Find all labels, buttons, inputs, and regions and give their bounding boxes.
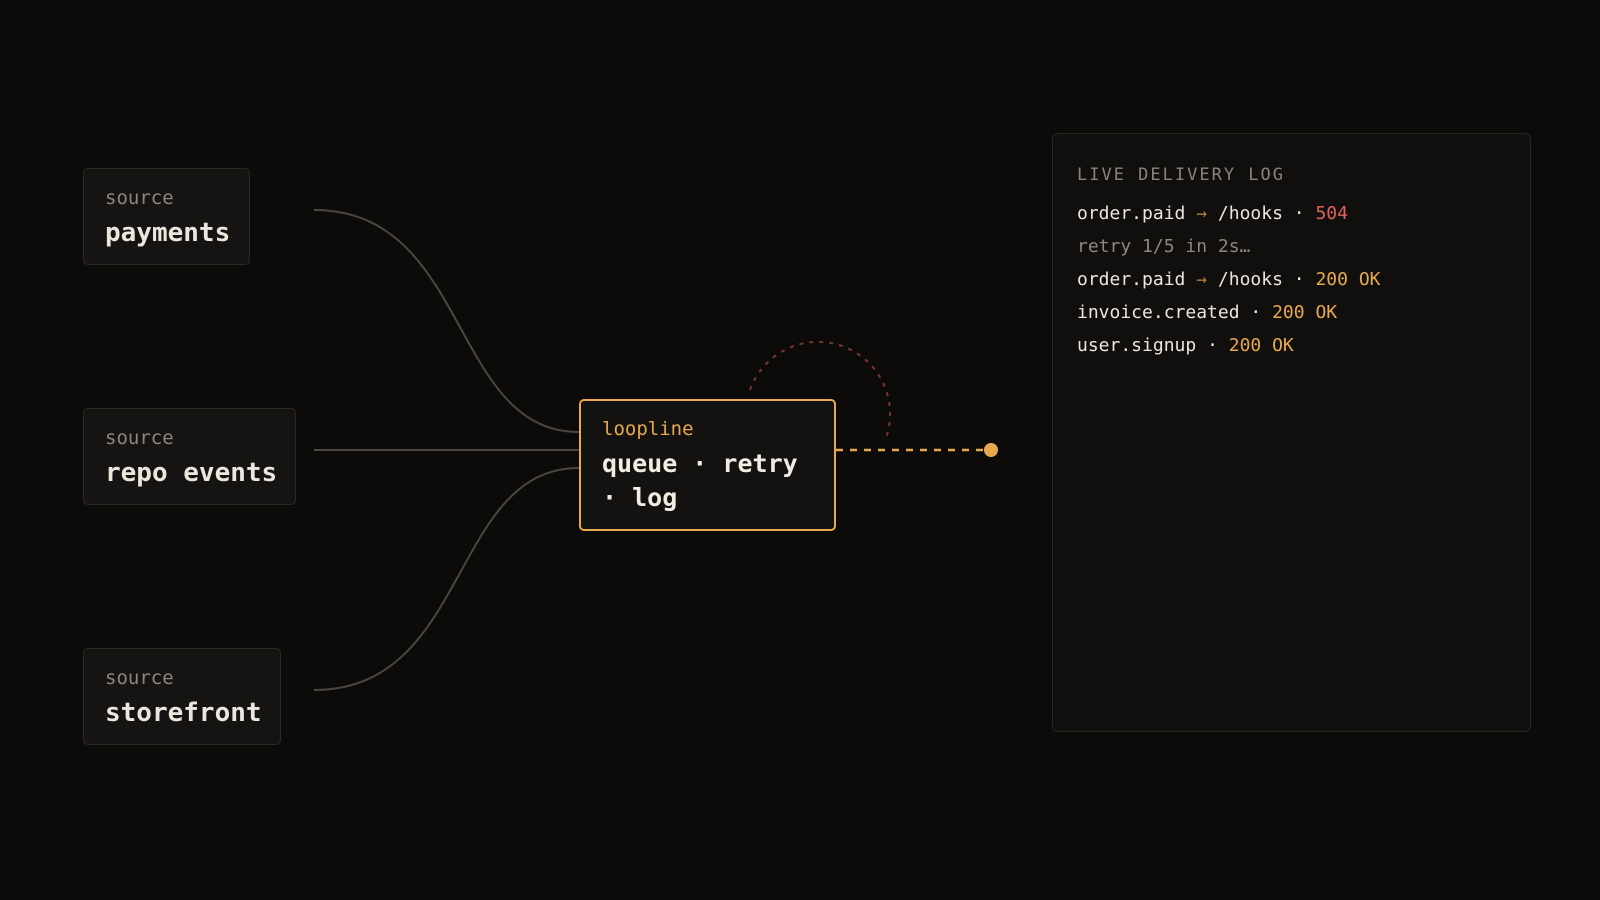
source-card-storefront[interactable]: source storefront	[83, 648, 281, 745]
log-separator: ·	[1207, 335, 1218, 356]
log-status-ok: 200 OK	[1272, 302, 1338, 323]
source-card-repo-events[interactable]: source repo events	[83, 408, 296, 505]
delivery-endpoint-dot	[984, 443, 998, 457]
hub-name: loopline	[602, 418, 694, 440]
log-status-error: 504	[1315, 203, 1348, 224]
source-kind-label: source	[105, 667, 174, 689]
pipeline-diagram: source payments source repo events sourc…	[0, 0, 1600, 900]
log-separator: ·	[1250, 302, 1262, 323]
source-name: repo events	[105, 458, 278, 488]
log-target: /hooks	[1217, 203, 1283, 224]
log-event: order.paid	[1077, 269, 1186, 290]
log-separator: ·	[1293, 203, 1305, 224]
wire-storefront	[313, 467, 580, 691]
source-kind-label: source	[105, 427, 174, 449]
log-entry: user.signup · 200 OK	[1077, 329, 1506, 362]
hub-capabilities-line-1: queue · retry	[602, 449, 798, 478]
log-retry-text: retry 1/5 in 2s…	[1077, 236, 1251, 257]
log-target: /hooks	[1217, 269, 1283, 290]
source-card-payments[interactable]: source payments	[83, 168, 250, 265]
wire-payments	[313, 209, 580, 433]
log-separator: ·	[1293, 269, 1305, 290]
log-entry-retry: retry 1/5 in 2s…	[1077, 230, 1506, 263]
log-entry: order.paid → /hooks · 200 OK	[1077, 263, 1506, 296]
log-status-ok: 200 OK	[1315, 269, 1381, 290]
log-arrow: →	[1196, 269, 1208, 290]
log-status-ok: 200 OK	[1228, 335, 1294, 356]
log-entry: order.paid → /hooks · 504	[1077, 197, 1506, 230]
log-title: LIVE DELIVERY LOG	[1077, 165, 1285, 185]
source-name: payments	[105, 218, 231, 248]
log-entry: invoice.created · 200 OK	[1077, 296, 1506, 329]
log-event: user.signup	[1077, 335, 1197, 356]
hub-node-loopline[interactable]: loopline queue · retry · log	[579, 399, 836, 531]
hub-capabilities-line-2: · log	[602, 483, 678, 512]
delivery-log-panel: LIVE DELIVERY LOG order.paid → /hooks · …	[1052, 133, 1531, 732]
source-name: storefront	[105, 698, 262, 728]
log-event: order.paid	[1077, 203, 1186, 224]
source-kind-label: source	[105, 187, 174, 209]
log-arrow: →	[1196, 203, 1208, 224]
log-event: invoice.created	[1077, 302, 1240, 323]
